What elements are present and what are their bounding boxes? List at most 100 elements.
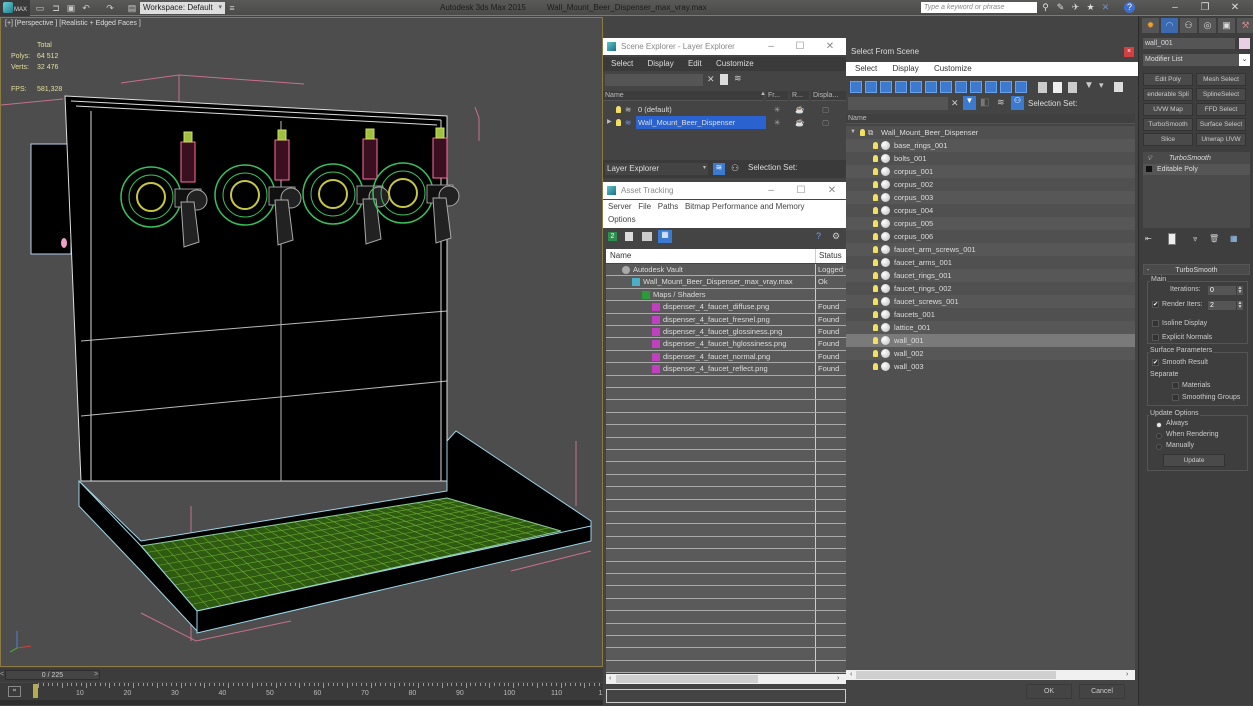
scene-object-row[interactable]: faucet_arms_001 <box>846 256 1135 269</box>
column-freeze[interactable]: Fr... <box>766 91 788 101</box>
menu-options[interactable]: Options <box>608 215 636 224</box>
lightbulb-icon[interactable] <box>873 142 878 149</box>
object-type-filter-button[interactable] <box>1015 81 1027 93</box>
asset-row[interactable]: dispenser_4_faucet_fresnel.png Found <box>606 314 846 326</box>
scene-object-row[interactable]: corpus_005 <box>846 217 1135 230</box>
display-icon[interactable]: ▢ <box>822 103 829 116</box>
redo-icon[interactable]: ↷ <box>105 3 115 13</box>
refresh-icon[interactable]: 2 <box>608 232 617 241</box>
update-manually-radio[interactable] <box>1156 444 1162 450</box>
customize-quick-access-icon[interactable]: ≡ <box>227 3 237 13</box>
close-button[interactable]: × <box>1124 47 1134 57</box>
menu-file[interactable]: File <box>638 202 651 211</box>
time-slider[interactable]: 0 / 225 <box>5 670 100 680</box>
update-always-radio[interactable] <box>1156 422 1162 428</box>
scene-object-row[interactable]: faucet_rings_002 <box>846 282 1135 295</box>
lightbulb-icon[interactable] <box>873 337 878 344</box>
exchange-icon[interactable]: ✕ <box>1100 2 1111 13</box>
layer-sort-icon[interactable]: ≋ <box>997 97 1005 108</box>
lightbulb-icon[interactable] <box>873 207 878 214</box>
toggle-columns-icon[interactable] <box>1114 82 1123 92</box>
smooth-result-checkbox[interactable]: ✔ <box>1152 359 1159 366</box>
smoothing-groups-checkbox[interactable] <box>1172 394 1179 401</box>
minimize-button[interactable]: – <box>763 38 779 55</box>
scene-object-row[interactable]: wall_003 <box>846 360 1135 373</box>
sync-selection-icon[interactable]: ▼ <box>963 96 976 110</box>
modifier-list-dropdown[interactable]: Modifier List ⌄ <box>1143 54 1250 66</box>
column-name[interactable]: Name <box>610 249 631 263</box>
asset-row[interactable]: dispenser_4_faucet_hglossiness.png Found <box>606 338 846 351</box>
close-button[interactable]: ✕ <box>822 38 838 55</box>
freeze-icon[interactable]: ✳ <box>774 116 780 129</box>
object-type-filter-button[interactable] <box>895 81 907 93</box>
remove-modifier-icon[interactable]: 🗑︎ <box>1209 234 1219 243</box>
select-none-icon[interactable] <box>1053 82 1062 93</box>
modifier-on-icon[interactable]: 💡︎ <box>1147 153 1152 164</box>
stack-item-editable-poly[interactable]: Editable Poly <box>1143 164 1250 175</box>
scene-object-row[interactable]: faucet_arm_screws_001 <box>846 243 1135 256</box>
menu-customize[interactable]: Customize <box>716 59 754 68</box>
menu-display[interactable]: Display <box>892 64 918 73</box>
object-type-filter-button[interactable] <box>985 81 997 93</box>
help-icon[interactable]: ? <box>816 231 821 241</box>
lightbulb-icon[interactable] <box>873 155 878 162</box>
lightbulb-icon[interactable] <box>873 181 878 188</box>
scene-object-row[interactable]: corpus_006 <box>846 230 1135 243</box>
object-color-swatch[interactable] <box>1239 38 1250 49</box>
scene-object-row[interactable]: faucet_rings_001 <box>846 269 1135 282</box>
grid-view-icon[interactable]: ▦ <box>658 230 672 243</box>
layer-mode-icon[interactable]: ≋ <box>713 163 725 175</box>
show-end-result-icon[interactable] <box>1168 233 1176 245</box>
motion-tab-icon[interactable]: ◎ <box>1199 18 1216 33</box>
object-type-filter-button[interactable] <box>910 81 922 93</box>
scroll-right-arrow[interactable]: › <box>837 674 839 684</box>
scene-object-row[interactable]: corpus_003 <box>846 191 1135 204</box>
lightbulb-icon[interactable] <box>873 246 878 253</box>
hierarchy-sort-icon[interactable]: ⚇ <box>1011 96 1024 110</box>
select-all-icon[interactable] <box>1038 82 1047 93</box>
lightbulb-icon[interactable] <box>873 311 878 318</box>
thumbnail-view-icon[interactable] <box>642 232 652 241</box>
make-unique-icon[interactable]: ⩔ <box>1193 234 1198 244</box>
modifier-button[interactable]: TurboSmooth <box>1143 118 1193 131</box>
scrollbar-thumb[interactable] <box>856 671 1056 679</box>
menu-edit[interactable]: Edit <box>688 59 702 68</box>
find-input[interactable] <box>848 97 948 110</box>
display-tab-icon[interactable]: ▣ <box>1218 18 1235 33</box>
scene-object-row[interactable]: bolts_001 <box>846 152 1135 165</box>
app-menu-button[interactable]: MAX <box>0 0 30 16</box>
wrench-icon[interactable]: ✎ <box>1055 2 1066 13</box>
configure-sets-icon[interactable]: ▦ <box>1230 234 1238 243</box>
scene-object-row[interactable]: corpus_001 <box>846 165 1135 178</box>
collapse-arrow-icon[interactable]: ▼ <box>850 126 856 139</box>
teapot-render-icon[interactable]: ☕ <box>795 116 804 129</box>
render-iters-checkbox[interactable]: ✔ <box>1152 301 1159 308</box>
undo-icon[interactable]: ↶ <box>81 3 91 13</box>
menu-bitmap-performance[interactable]: Bitmap Performance and Memory <box>685 202 805 211</box>
object-type-filter-button[interactable] <box>850 81 862 93</box>
lock-selection-icon[interactable]: ◧ <box>980 97 989 108</box>
workspace-dropdown[interactable]: Workspace: Default ▾ <box>140 2 225 14</box>
modifier-button[interactable]: enderable Spli <box>1143 88 1193 101</box>
horizontal-scrollbar[interactable]: ‹ › <box>846 670 1135 680</box>
asset-tracking-titlebar[interactable]: Asset Tracking – ☐ ✕ <box>603 182 846 199</box>
column-name[interactable]: Name <box>603 91 763 101</box>
expand-arrow-icon[interactable]: ▶ <box>607 116 612 129</box>
scroll-right-arrow[interactable]: › <box>1126 670 1128 680</box>
asset-row[interactable]: Maps / Shaders <box>606 289 846 302</box>
create-tab-icon[interactable]: ✹ <box>1142 18 1159 33</box>
pin-stack-icon[interactable]: ⇤ <box>1145 234 1152 243</box>
scene-object-row[interactable]: faucets_001 <box>846 308 1135 321</box>
modifier-button[interactable]: Edit Poly <box>1143 73 1193 86</box>
materials-checkbox[interactable] <box>1172 382 1179 389</box>
clear-search-icon[interactable]: ✕ <box>951 98 959 109</box>
menu-paths[interactable]: Paths <box>658 202 678 211</box>
menu-select[interactable]: Select <box>611 59 633 68</box>
scroll-left-arrow[interactable]: ‹ <box>609 674 611 684</box>
column-render[interactable]: R... <box>790 91 809 101</box>
scene-object-row[interactable]: corpus_002 <box>846 178 1135 191</box>
layer-add-icon[interactable] <box>720 74 728 85</box>
hierarchy-icon[interactable]: ⚇ <box>731 163 739 174</box>
explorer-type-dropdown[interactable]: Layer Explorer <box>605 163 708 175</box>
modifier-button[interactable]: Surface Select <box>1196 118 1246 131</box>
